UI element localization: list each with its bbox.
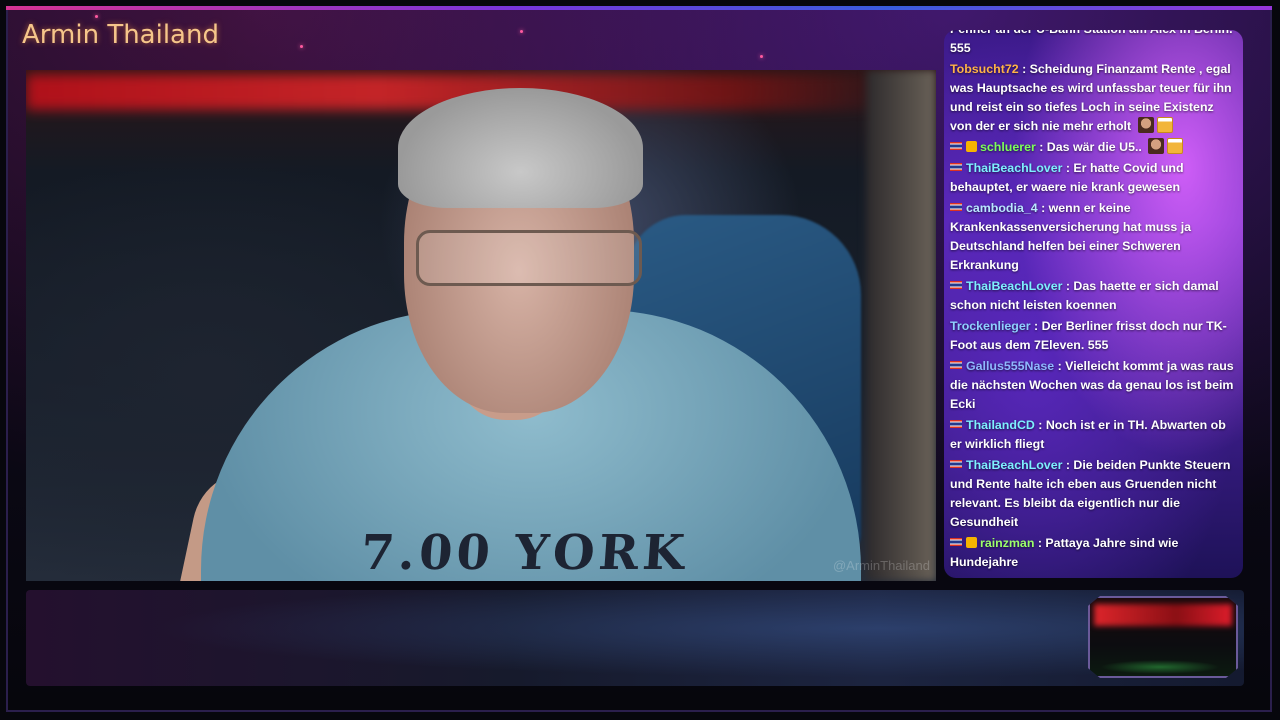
subscriber-badge-icon [966, 141, 977, 152]
sparkle-decoration [95, 15, 98, 18]
chat-username[interactable]: Gallus555Nase [966, 359, 1054, 373]
glasses [416, 230, 642, 286]
webcam-video: 7.00 YORK @ArminThailand [26, 70, 936, 581]
chat-message: ThaiBeachLover : Das haette er sich dama… [950, 277, 1237, 315]
secondary-camera-red-light [1094, 604, 1232, 626]
shirt-print-text: 7.00 YORK [359, 525, 691, 581]
chat-panel: verlassen müsste, dann sitzt der bald wi… [944, 30, 1243, 578]
chat-message: ThaiBeachLover : Er hatte Covid und beha… [950, 159, 1237, 197]
chat-message: ThailandCD : Noch ist er in TH. Abwarten… [950, 416, 1237, 454]
chat-message: schluerer : Das wär die U5.. [950, 138, 1237, 157]
gift-badge-icon [966, 537, 977, 548]
top-glow-line [6, 6, 1272, 10]
thai-flag-icon [950, 203, 962, 211]
chat-username[interactable]: cambodia_4 [966, 201, 1038, 215]
chat-message: rainzman : Pattaya Jahre sind wie Hundej… [950, 534, 1237, 572]
thai-flag-icon [950, 538, 962, 546]
bottom-overlay-bar [26, 590, 1244, 686]
beer-emote-icon [1156, 117, 1173, 133]
face-emote-icon [1148, 138, 1165, 154]
chat-username[interactable]: ThailandCD [966, 418, 1035, 432]
thai-flag-icon [950, 420, 962, 428]
chat-username[interactable]: schluerer [980, 140, 1036, 154]
chat-message-text: : Das wär die U5.. [1035, 140, 1142, 154]
beer-emote-icon [1167, 138, 1184, 154]
chat-username[interactable]: ThaiBeachLover [966, 279, 1062, 293]
thai-flag-icon [950, 361, 962, 369]
chat-username[interactable]: Trockenlieger [950, 319, 1031, 333]
chat-message: ThaiBeachLover : Die beiden Punkte Steue… [950, 456, 1237, 532]
thai-flag-icon [950, 163, 962, 171]
chat-message: verlassen müsste, dann sitzt der bald wi… [950, 30, 1237, 58]
chat-username[interactable]: ThaiBeachLover [966, 161, 1062, 175]
thai-flag-icon [950, 281, 962, 289]
secondary-camera-green-light [1100, 660, 1220, 674]
background-lamp [866, 70, 936, 581]
chat-message: Gallus555Nase : Vielleicht kommt ja was … [950, 357, 1237, 414]
chat-message-text: verlassen müsste, dann sitzt der bald wi… [950, 30, 1233, 55]
channel-watermark: @ArminThailand [832, 558, 930, 573]
chat-username[interactable]: ThaiBeachLover [966, 458, 1062, 472]
thai-flag-icon [950, 460, 962, 468]
chat-message-list: verlassen müsste, dann sitzt der bald wi… [944, 30, 1243, 574]
sparkle-decoration [520, 30, 523, 33]
chat-message: cambodia_4 : wenn er keine Krankenkassen… [950, 199, 1237, 275]
channel-title: Armin Thailand [22, 20, 219, 50]
chat-username[interactable]: rainzman [980, 536, 1034, 550]
chat-username[interactable]: Tobsucht72 [950, 62, 1019, 76]
thai-flag-icon [950, 142, 962, 150]
chat-message: Trockenlieger : Der Berliner frisst doch… [950, 317, 1237, 355]
sparkle-decoration [760, 55, 763, 58]
sparkle-decoration [300, 45, 303, 48]
chat-message: Tobsucht72 : Scheidung Finanzamt Rente ,… [950, 60, 1237, 136]
face-emote-icon [1137, 117, 1154, 133]
streamer-hair [398, 88, 643, 208]
